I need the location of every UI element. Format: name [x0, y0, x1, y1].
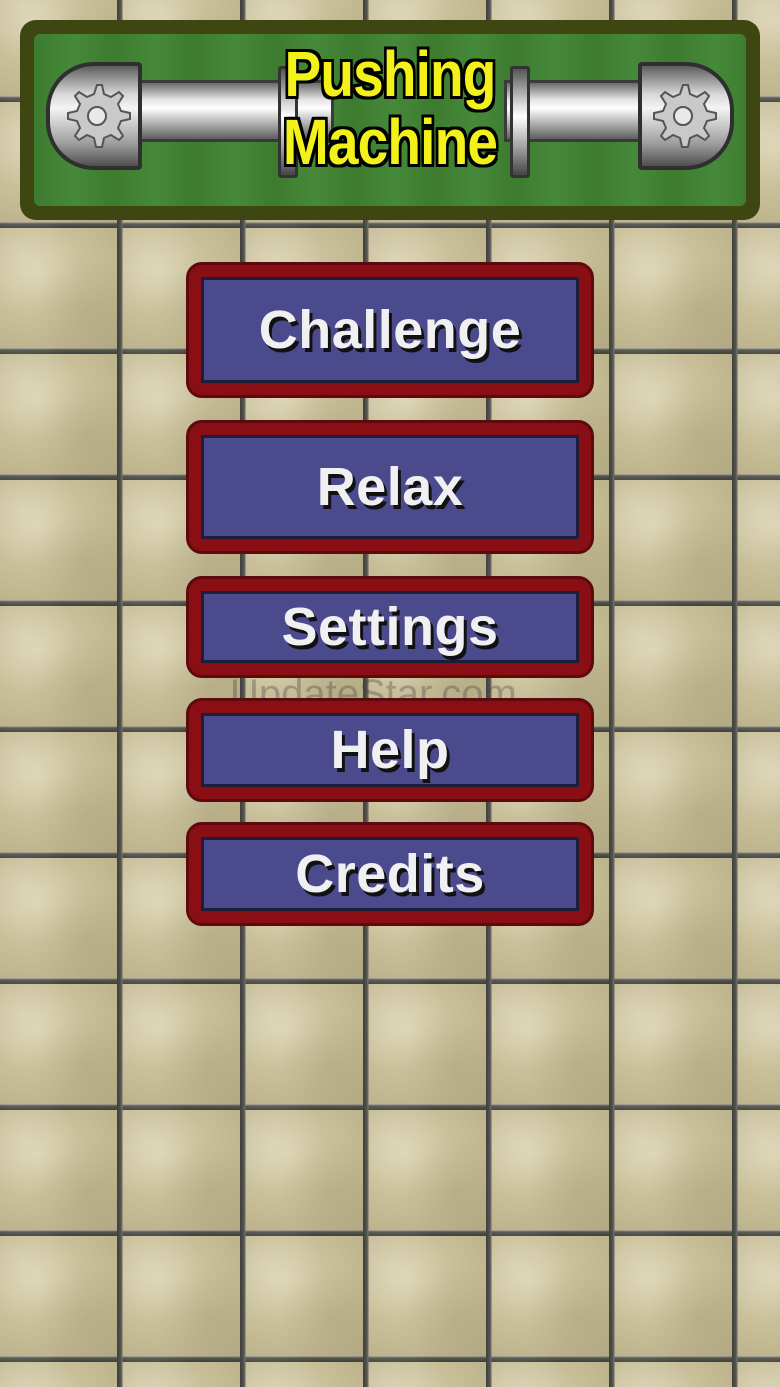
- credits-button-label: Credits: [295, 844, 485, 904]
- title-banner-panel: Pushing Machine: [34, 34, 746, 206]
- left-piston-cap: [46, 62, 142, 170]
- settings-button-label: Settings: [281, 597, 499, 657]
- right-piston-collar: [510, 66, 530, 178]
- credits-button[interactable]: Credits: [186, 822, 594, 926]
- settings-button-face[interactable]: Settings: [201, 591, 579, 663]
- challenge-button-label: Challenge: [258, 300, 522, 360]
- help-button[interactable]: Help: [186, 698, 594, 802]
- right-piston-cap: [638, 62, 734, 170]
- relax-button-face[interactable]: Relax: [201, 435, 579, 539]
- title-banner: Pushing Machine: [20, 20, 760, 220]
- relax-button-label: Relax: [316, 457, 464, 517]
- challenge-button[interactable]: Challenge: [186, 262, 594, 398]
- gear-icon: [67, 84, 131, 148]
- challenge-button-face[interactable]: Challenge: [201, 277, 579, 383]
- credits-button-face[interactable]: Credits: [201, 837, 579, 911]
- settings-button[interactable]: Settings: [186, 576, 594, 678]
- relax-button[interactable]: Relax: [186, 420, 594, 554]
- help-button-label: Help: [330, 720, 450, 780]
- game-title-line2: Machine: [282, 106, 498, 178]
- gear-icon: [653, 84, 717, 148]
- game-title-line1: Pushing: [284, 38, 496, 110]
- game-title: Pushing Machine: [282, 38, 498, 178]
- help-button-face[interactable]: Help: [201, 713, 579, 787]
